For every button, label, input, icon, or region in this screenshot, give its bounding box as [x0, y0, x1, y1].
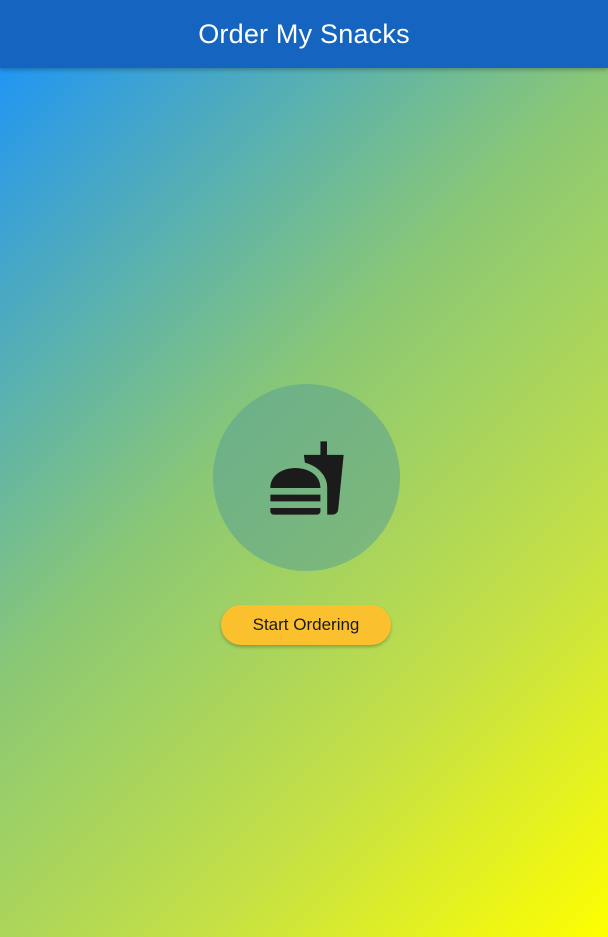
- icon-circle: [213, 384, 400, 571]
- app-screen: Order My Snacks Start Ordering: [0, 0, 608, 937]
- start-ordering-button[interactable]: Start Ordering: [221, 605, 391, 645]
- app-bar: Order My Snacks: [0, 0, 608, 68]
- gradient-background: Start Ordering: [0, 68, 608, 937]
- app-title: Order My Snacks: [198, 18, 410, 49]
- fastfood-icon: [269, 440, 344, 515]
